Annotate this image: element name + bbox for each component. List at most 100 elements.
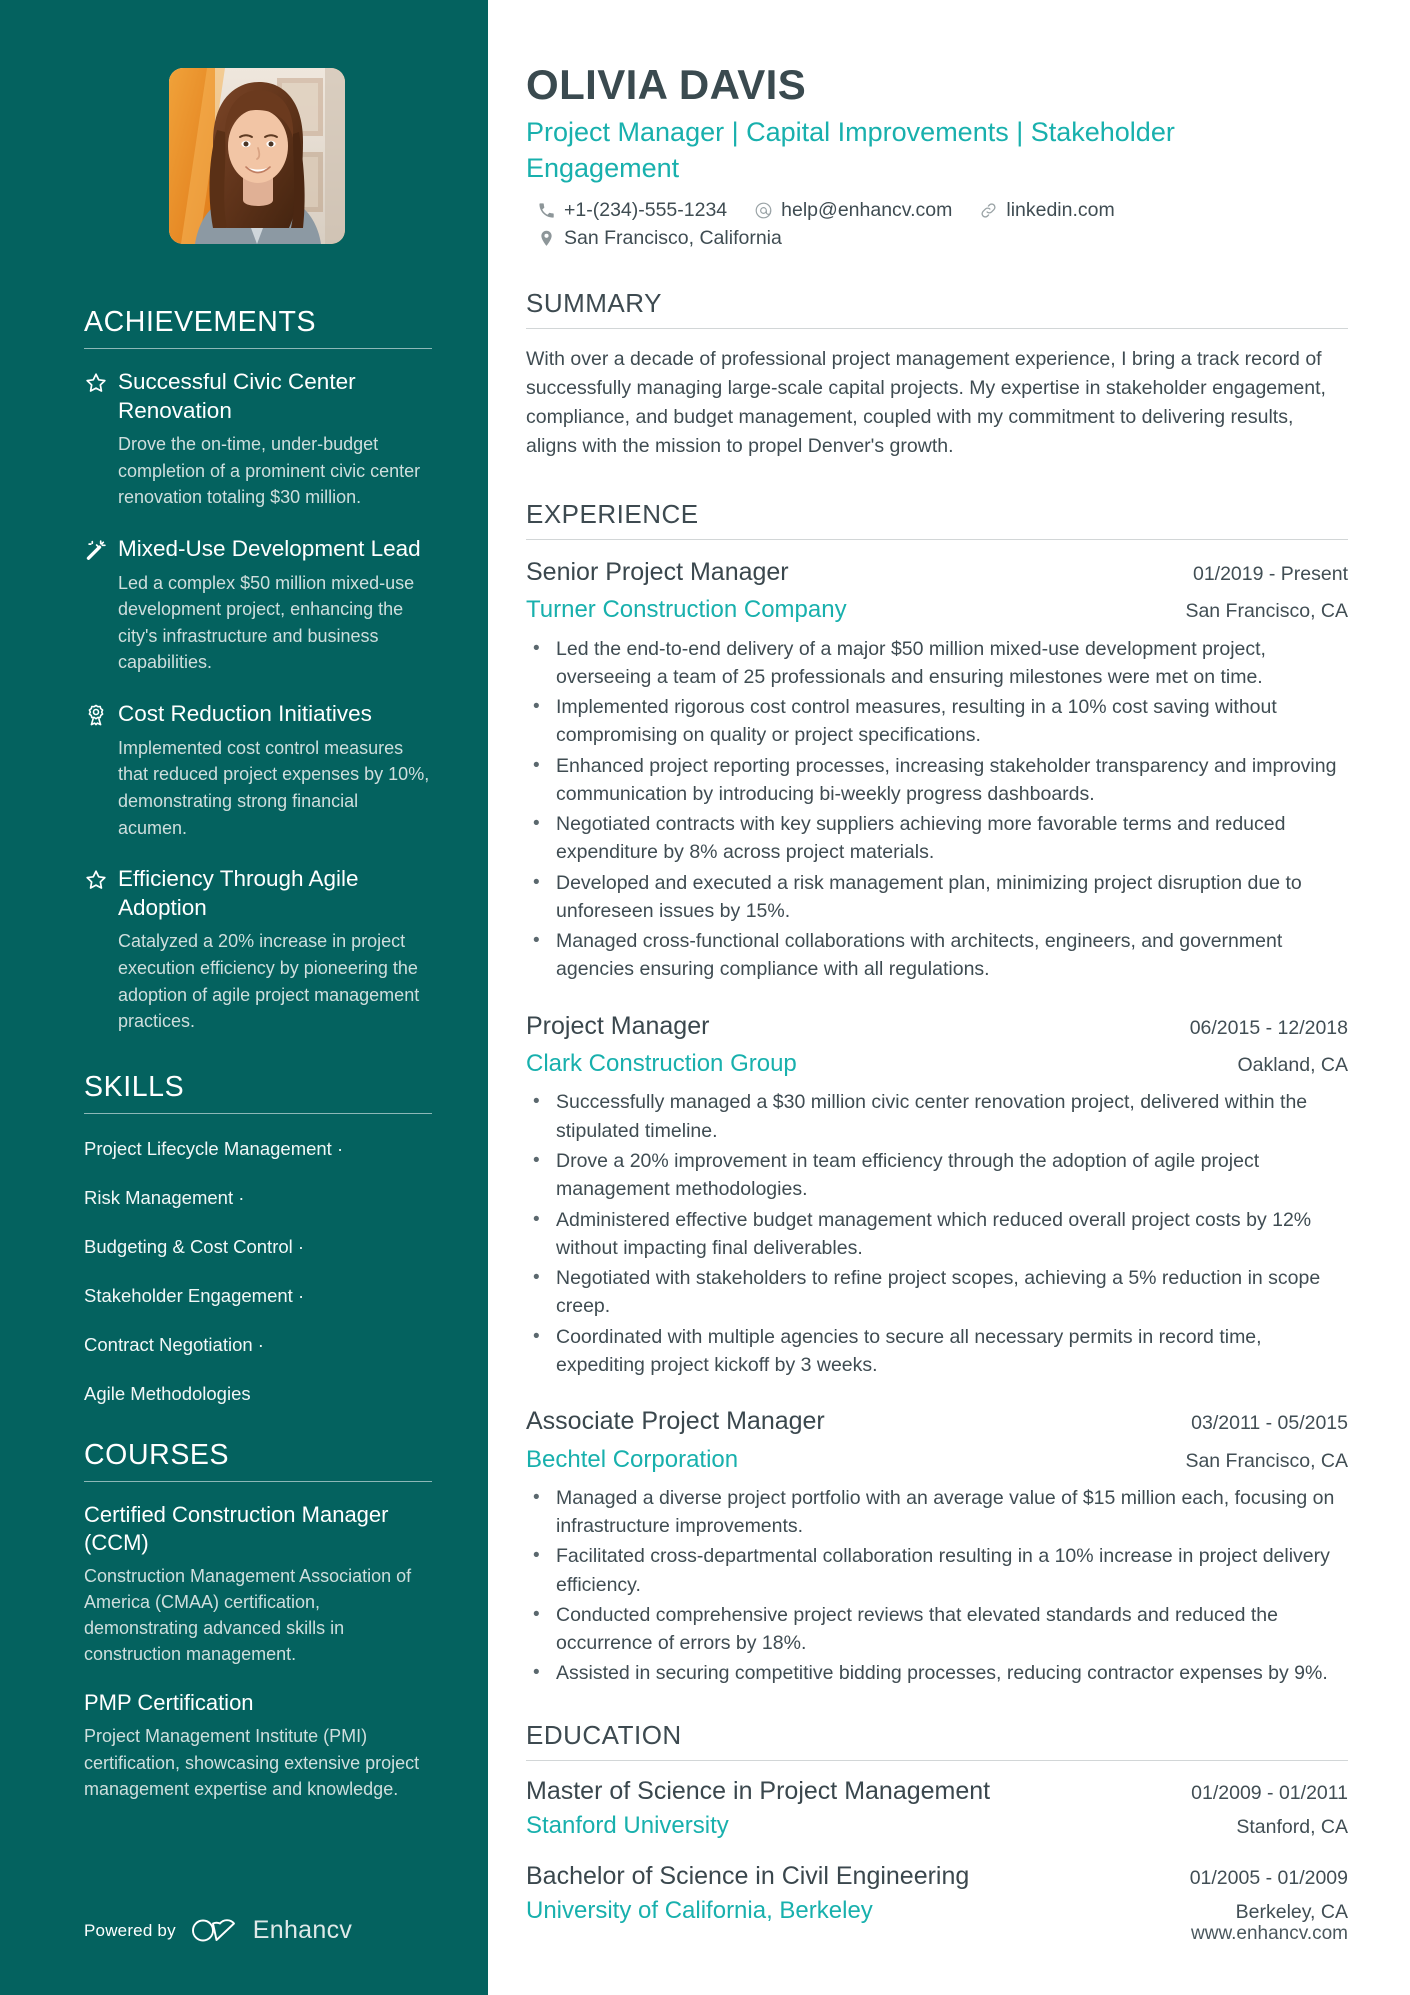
bullet-text: Coordinated with multiple agencies to se… — [556, 1325, 1262, 1376]
bullet-text: Developed and executed a risk management… — [556, 871, 1302, 922]
bullet-text: Negotiated with stakeholders to refine p… — [556, 1267, 1321, 1318]
bullet-text: Managed cross-functional collaborations … — [556, 930, 1283, 981]
job-title: Associate Project Manager — [526, 1407, 825, 1436]
bullet-item: • Drove a 20% improvement in team efficie… — [526, 1147, 1348, 1204]
job-dates: 01/2019 - Present — [1192, 562, 1348, 585]
bullet-item: • Conducted comprehensive project reviews… — [526, 1601, 1348, 1658]
education-degree: Master of Science in Project Management — [526, 1776, 991, 1805]
star-icon — [84, 865, 118, 1035]
achievement-description: Implemented cost control measures that r… — [118, 737, 430, 838]
enhancv-infinity-icon — [191, 1919, 235, 1942]
star-icon — [84, 368, 118, 511]
job-bullets: • Managed a diverse project portfolio wit… — [526, 1484, 1348, 1688]
powered-by-enhancv: Powered by Enhancv — [84, 1916, 352, 1945]
job-location: Oakland, CA — [1237, 1054, 1348, 1077]
bullet-text: Negotiated contracts with key suppliers … — [556, 813, 1286, 864]
achievement-item: Successful Civic Center Renovation Drove… — [84, 368, 432, 511]
skill-separator: · — [297, 1235, 305, 1257]
bullet-text: Implemented rigorous cost control measur… — [556, 696, 1277, 747]
bullet-item: • Coordinated with multiple agencies to s… — [526, 1323, 1348, 1380]
achievement-item: Efficiency Through Agile Adoption Cataly… — [84, 865, 432, 1035]
job-bullets: • Successfully managed a $30 million civi… — [526, 1088, 1348, 1379]
bullet-marker: • — [533, 1603, 540, 1625]
skill-item: Project Lifecycle Management · — [84, 1137, 432, 1162]
job-title: Project Manager — [526, 1011, 710, 1040]
achievement-title: Efficiency Through Agile Adoption — [118, 866, 359, 920]
contact-row-primary: +1-(234)-555-1234 help@enhancv.com linke… — [537, 199, 1348, 222]
bullet-item: • Managed a diverse project portfolio wit… — [526, 1484, 1348, 1541]
course-title: PMP Certification — [84, 1690, 254, 1716]
candidate-headline: Project Manager | Capital Improvements |… — [526, 117, 1175, 183]
skill-label: Risk Management — [84, 1186, 234, 1208]
skills-section: SKILLS Project Lifecycle Management · Ri… — [84, 1071, 432, 1407]
avatar — [169, 68, 345, 244]
experience-entry: Associate Project Manager 03/2011 - 05/2… — [526, 1405, 1348, 1688]
education-dates: 01/2005 - 01/2009 — [1189, 1866, 1348, 1889]
skill-separator: · — [257, 1333, 264, 1355]
achievement-description: Led a complex $50 million mixed-use deve… — [118, 572, 415, 673]
skill-label: Budgeting & Cost Control — [84, 1235, 293, 1257]
summary-heading: SUMMARY — [526, 288, 662, 319]
skills-heading: SKILLS — [84, 1070, 185, 1103]
award-ribbon-icon — [84, 700, 118, 841]
divider — [84, 348, 432, 349]
bullet-marker: • — [533, 1325, 540, 1347]
bullet-item: • Administered effective budget managemen… — [526, 1206, 1348, 1263]
bullet-marker: • — [533, 1267, 540, 1289]
contact-info: +1-(234)-555-1234 help@enhancv.com linke… — [526, 199, 1348, 250]
skill-separator: · — [336, 1137, 344, 1159]
achievement-title: Successful Civic Center Renovation — [118, 369, 356, 423]
contact-phone[interactable]: +1-(234)-555-1234 — [537, 199, 727, 222]
education-school: Stanford University — [526, 1811, 729, 1839]
contact-linkedin[interactable]: linkedin.com — [979, 199, 1115, 222]
bullet-item: • Managed cross-functional collaborations… — [526, 927, 1348, 984]
linkedin-text: linkedin.com — [1006, 199, 1115, 222]
bullet-marker: • — [533, 1545, 540, 1567]
achievement-title: Mixed-Use Development Lead — [118, 536, 421, 561]
achievement-title: Cost Reduction Initiatives — [118, 701, 372, 727]
experience-entry: Senior Project Manager 01/2019 - Present… — [526, 556, 1348, 984]
course-item: Certified Construction Manager (CCM) Con… — [84, 1501, 432, 1668]
education-entry: Master of Science in Project Management … — [526, 1777, 1348, 1840]
email-text: help@enhancv.com — [781, 199, 953, 222]
bullet-marker: • — [533, 930, 540, 952]
phone-text: +1-(234)-555-1234 — [564, 199, 728, 222]
bullet-text: Administered effective budget management… — [556, 1208, 1312, 1259]
job-company: Turner Construction Company — [526, 596, 847, 624]
bullet-marker: • — [533, 1149, 540, 1171]
education-dates: 01/2009 - 01/2011 — [1191, 1781, 1348, 1804]
bullet-text: Drove a 20% improvement in team efficien… — [556, 1149, 1260, 1201]
bullet-marker: • — [533, 1208, 540, 1230]
phone-icon — [539, 203, 554, 219]
profile-photo — [169, 68, 345, 244]
courses-heading: COURSES — [84, 1438, 230, 1471]
location-text: San Francisco, California — [564, 227, 782, 250]
bullet-text: Conducted comprehensive project reviews … — [556, 1603, 1278, 1655]
job-bullets: • Led the end-to-end delivery of a major … — [526, 635, 1348, 984]
link-icon — [981, 203, 996, 218]
divider — [526, 538, 1348, 540]
bullet-marker: • — [533, 871, 540, 893]
bullet-item: • Negotiated contracts with key suppliers… — [526, 810, 1348, 867]
sidebar: ACHIEVEMENTS Successful Civic Center Ren… — [0, 0, 488, 1995]
contact-location: San Francisco, California — [537, 227, 782, 250]
bullet-marker: • — [533, 1486, 540, 1508]
bullet-marker: • — [533, 813, 540, 835]
divider — [84, 1112, 432, 1114]
bullet-item: • Assisted in securing competitive biddin… — [526, 1659, 1348, 1687]
bullet-item: • Facilitated cross-departmental collabor… — [526, 1542, 1348, 1599]
education-heading: EDUCATION — [526, 1719, 682, 1750]
resume-header: OLIVIA DAVIS Project Manager | Capital I… — [526, 61, 1348, 250]
bullet-text: Managed a diverse project portfolio with… — [556, 1486, 1335, 1538]
enhancv-logo: Enhancv — [190, 1916, 352, 1945]
job-location: San Francisco, CA — [1185, 600, 1348, 623]
achievements-heading: ACHIEVEMENTS — [84, 306, 317, 338]
contact-email[interactable]: help@enhancv.com — [754, 199, 952, 222]
job-location: San Francisco, CA — [1185, 1449, 1348, 1472]
achievements-section: ACHIEVEMENTS Successful Civic Center Ren… — [84, 306, 432, 1035]
experience-section: EXPERIENCE Senior Project Manager 01/201… — [526, 499, 1348, 1688]
bullet-text: Assisted in securing competitive bidding… — [556, 1662, 1328, 1685]
bullet-text: Successfully managed a $30 million civic… — [556, 1091, 1308, 1142]
achievement-item: Mixed-Use Development Lead Led a complex… — [84, 535, 432, 676]
contact-row-location: San Francisco, California — [537, 227, 1348, 250]
